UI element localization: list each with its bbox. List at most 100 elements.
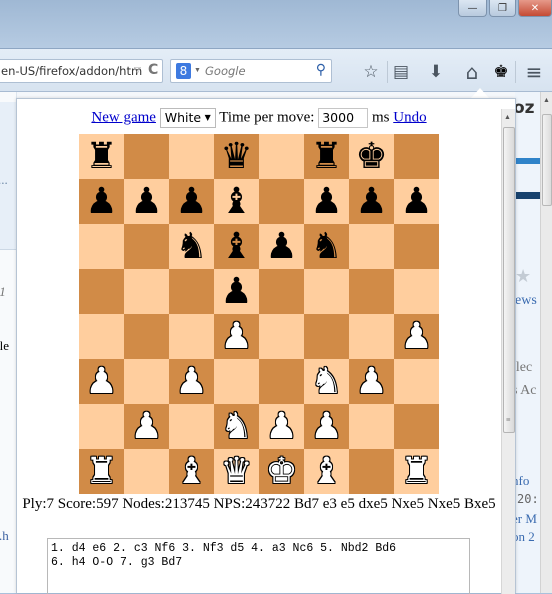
square-a6[interactable] (79, 224, 124, 269)
black-pawn-icon[interactable]: ♟ (175, 183, 207, 220)
black-bishop-icon[interactable]: ♝ (220, 183, 252, 220)
square-c6[interactable]: ♞ (169, 224, 214, 269)
black-rook-icon[interactable]: ♜ (310, 138, 342, 175)
page-link-fragment[interactable]: nfo (515, 473, 529, 489)
square-c5[interactable] (169, 269, 214, 314)
white-pawn-icon[interactable]: ♟ (220, 318, 252, 355)
page-link-fragment[interactable]: on 2 (515, 529, 535, 545)
square-h2[interactable] (394, 404, 439, 449)
square-a4[interactable] (79, 314, 124, 359)
square-b8[interactable] (124, 134, 169, 179)
square-a1[interactable]: ♜ (79, 449, 124, 494)
square-a2[interactable] (79, 404, 124, 449)
url-history-dropdown-icon[interactable]: ▽ (134, 66, 141, 76)
black-knight-icon[interactable]: ♞ (310, 228, 342, 265)
chess-board[interactable]: ♜ ♛ ♜ ♚ ♟ ♟ ♟ ♝ ♟ ♟ ♟ ♞ ♝ ♟ ♞ ♟ ♟ ♟ ♟ ♟ ♞ ♟ ♟ ♞ ♟ ♟ ♜ ♝ ♛ ♚ ♝ ♜ (79, 134, 439, 494)
engine-dropdown-icon[interactable]: ▼ (194, 66, 201, 74)
white-pawn-icon[interactable]: ♟ (310, 408, 342, 445)
undo-link[interactable]: Undo (393, 109, 426, 125)
square-b1[interactable] (124, 449, 169, 494)
square-h4[interactable]: ♟ (394, 314, 439, 359)
white-bishop-icon[interactable]: ♝ (175, 453, 207, 490)
square-d8[interactable]: ♛ (214, 134, 259, 179)
popup-scrollbar-thumb[interactable]: ≡ (503, 127, 515, 433)
close-button[interactable]: ✕ (518, 0, 552, 17)
search-bar[interactable]: 8 ▼ Google ⚲ (170, 59, 332, 83)
square-f6[interactable]: ♞ (304, 224, 349, 269)
side-select[interactable]: White ▼ (159, 108, 216, 128)
move-list-textarea[interactable]: 1. d4 e6 2. c3 Nf6 3. Nf3 d5 4. a3 Nc6 5… (47, 538, 470, 594)
square-h1[interactable]: ♜ (394, 449, 439, 494)
square-h8[interactable] (394, 134, 439, 179)
search-input[interactable]: Google (205, 64, 246, 78)
square-b7[interactable]: ♟ (124, 179, 169, 224)
square-e7[interactable] (259, 179, 304, 224)
new-game-link[interactable]: New game (91, 109, 156, 125)
black-rook-icon[interactable]: ♜ (85, 138, 117, 175)
square-g6[interactable] (349, 224, 394, 269)
white-pawn-icon[interactable]: ♟ (265, 408, 297, 445)
square-g7[interactable]: ♟ (349, 179, 394, 224)
square-d3[interactable] (214, 359, 259, 404)
white-pawn-icon[interactable]: ♟ (400, 318, 432, 355)
white-knight-icon[interactable]: ♞ (220, 408, 252, 445)
square-c2[interactable] (169, 404, 214, 449)
google-engine-icon[interactable]: 8 (176, 63, 191, 79)
square-f1[interactable]: ♝ (304, 449, 349, 494)
square-c7[interactable]: ♟ (169, 179, 214, 224)
restore-button[interactable]: ❐ (489, 0, 516, 17)
page-link-fragment[interactable]: s.h (0, 528, 9, 544)
white-king-icon[interactable]: ♚ (265, 453, 297, 490)
search-icon[interactable]: ⚲ (316, 62, 326, 79)
black-pawn-icon[interactable]: ♟ (220, 273, 252, 310)
square-c4[interactable] (169, 314, 214, 359)
square-f8[interactable]: ♜ (304, 134, 349, 179)
black-king-icon[interactable]: ♚ (355, 138, 387, 175)
menu-icon[interactable]: ≡ (523, 61, 545, 83)
bookmark-star-icon[interactable]: ☆ (360, 61, 382, 83)
black-queen-icon[interactable]: ♛ (220, 138, 252, 175)
white-rook-icon[interactable]: ♜ (85, 453, 117, 490)
square-h6[interactable] (394, 224, 439, 269)
reload-icon[interactable]: C (148, 62, 158, 78)
square-g5[interactable] (349, 269, 394, 314)
square-e3[interactable] (259, 359, 304, 404)
square-d4[interactable]: ♟ (214, 314, 259, 359)
white-bishop-icon[interactable]: ♝ (310, 453, 342, 490)
page-scrollbar-thumb[interactable] (542, 114, 552, 206)
white-queen-icon[interactable]: ♛ (220, 453, 252, 490)
white-knight-icon[interactable]: ♞ (310, 363, 342, 400)
square-a3[interactable]: ♟ (79, 359, 124, 404)
square-e4[interactable] (259, 314, 304, 359)
minimize-button[interactable]: — (458, 0, 487, 17)
square-a7[interactable]: ♟ (79, 179, 124, 224)
scroll-up-arrow-icon[interactable]: ▲ (543, 96, 550, 104)
black-pawn-icon[interactable]: ♟ (400, 183, 432, 220)
black-pawn-icon[interactable]: ♟ (265, 228, 297, 265)
square-b2[interactable]: ♟ (124, 404, 169, 449)
square-f3[interactable]: ♞ (304, 359, 349, 404)
black-pawn-icon[interactable]: ♟ (85, 183, 117, 220)
square-f4[interactable] (304, 314, 349, 359)
square-a5[interactable] (79, 269, 124, 314)
time-per-move-input[interactable]: 3000 (318, 108, 369, 128)
square-g2[interactable] (349, 404, 394, 449)
square-d2[interactable]: ♞ (214, 404, 259, 449)
square-h7[interactable]: ♟ (394, 179, 439, 224)
square-g3[interactable]: ♟ (349, 359, 394, 404)
square-e5[interactable] (259, 269, 304, 314)
square-c3[interactable]: ♟ (169, 359, 214, 404)
square-f2[interactable]: ♟ (304, 404, 349, 449)
square-b4[interactable] (124, 314, 169, 359)
home-icon[interactable]: ⌂ (461, 61, 483, 83)
square-d1[interactable]: ♛ (214, 449, 259, 494)
square-f7[interactable]: ♟ (304, 179, 349, 224)
square-b3[interactable] (124, 359, 169, 404)
square-f5[interactable] (304, 269, 349, 314)
square-e6[interactable]: ♟ (259, 224, 304, 269)
square-e8[interactable] (259, 134, 304, 179)
square-c1[interactable]: ♝ (169, 449, 214, 494)
square-d6[interactable]: ♝ (214, 224, 259, 269)
page-link-fragment[interactable]: er M (515, 511, 537, 527)
square-d5[interactable]: ♟ (214, 269, 259, 314)
